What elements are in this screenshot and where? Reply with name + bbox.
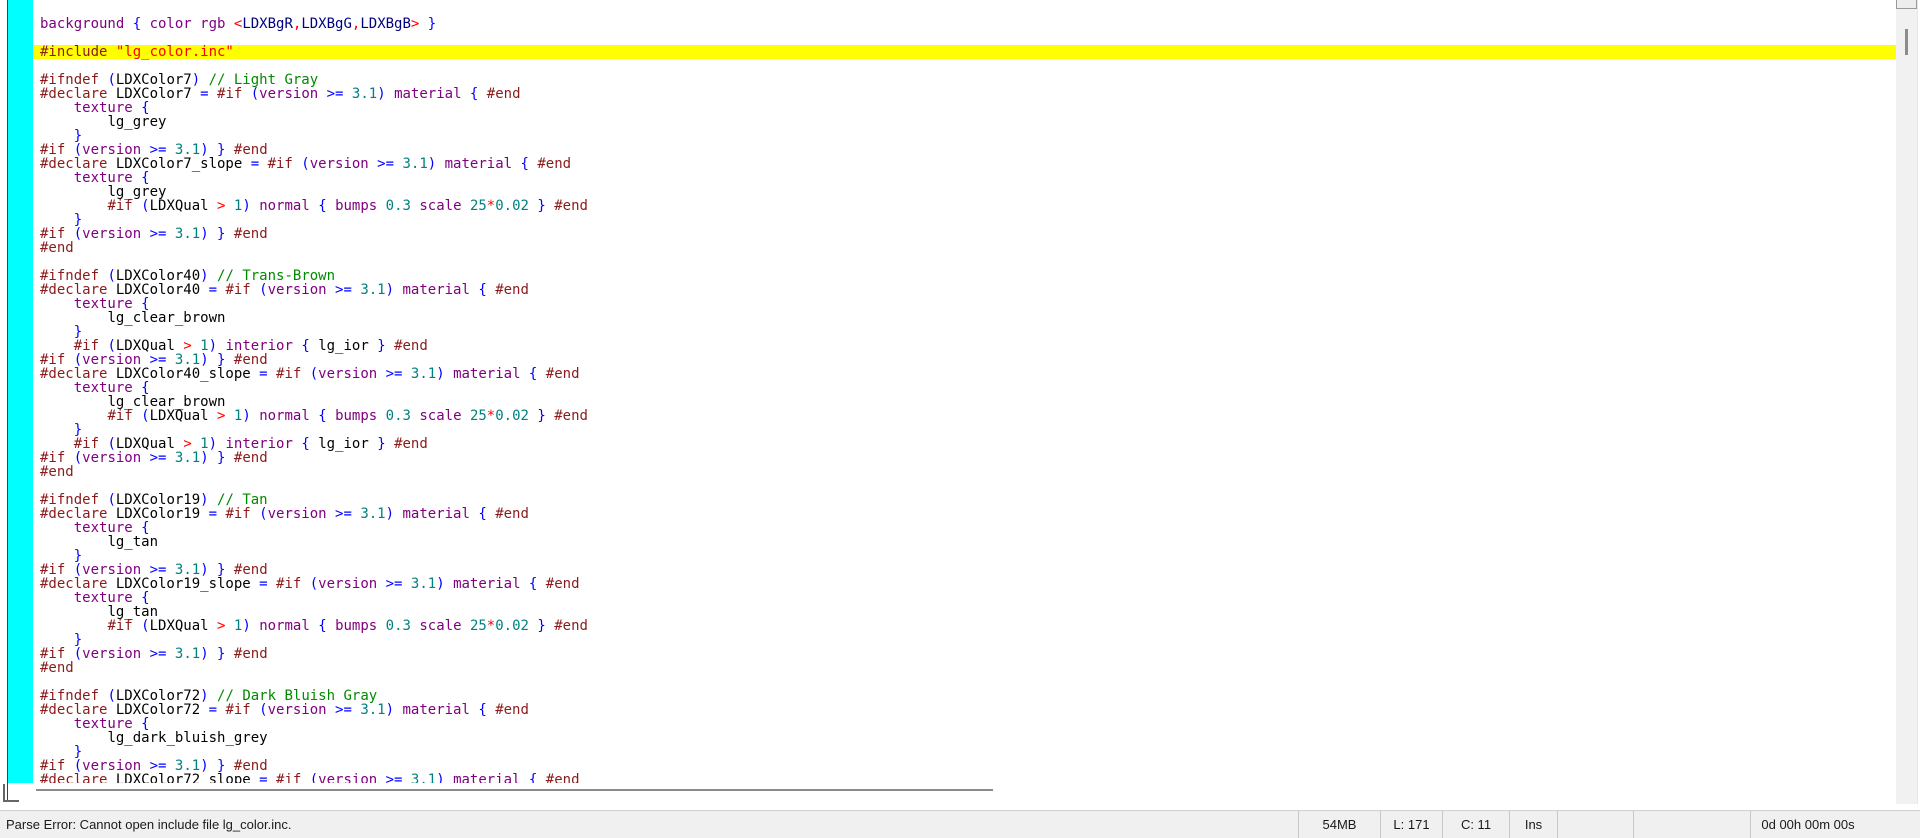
status-extra-2 xyxy=(1633,811,1750,838)
code-line: lg_tan xyxy=(33,535,1896,549)
code-line: #if (version >= 3.1) } #end xyxy=(33,647,1896,661)
code-line: #if (LDXQual > 1) interior { lg_ior } #e… xyxy=(33,437,1896,451)
horizontal-scrollbar-thumb[interactable] xyxy=(36,789,993,791)
code-line: #if (version >= 3.1) } #end xyxy=(33,227,1896,241)
code-area[interactable]: background { color rgb <LDXBgR,LDXBgG,LD… xyxy=(33,0,1896,783)
code-line xyxy=(33,479,1896,493)
code-line: #ifndef (LDXColor7) // Light Gray xyxy=(33,73,1896,87)
code-line: #declare LDXColor7 = #if (version >= 3.1… xyxy=(33,87,1896,101)
code-line: background { color rgb <LDXBgR,LDXBgG,LD… xyxy=(33,17,1896,31)
code-line: lg_tan xyxy=(33,605,1896,619)
status-bar: Parse Error: Cannot open include file lg… xyxy=(0,810,1920,838)
code-line: #if (version >= 3.1) } #end xyxy=(33,353,1896,367)
code-line: } xyxy=(33,745,1896,759)
code-line: #declare LDXColor72 = #if (version >= 3.… xyxy=(33,703,1896,717)
code-line xyxy=(33,675,1896,689)
code-line: #declare LDXColor40_slope = #if (version… xyxy=(33,367,1896,381)
code-line: #if (LDXQual > 1) normal { bumps 0.3 sca… xyxy=(33,199,1896,213)
status-memory: 54MB xyxy=(1298,811,1380,838)
code-line: texture { xyxy=(33,591,1896,605)
code-line: #declare LDXColor19 = #if (version >= 3.… xyxy=(33,507,1896,521)
code-line: #ifndef (LDXColor40) // Trans-Brown xyxy=(33,269,1896,283)
status-message: Parse Error: Cannot open include file lg… xyxy=(0,811,1298,838)
code-line: #if (version >= 3.1) } #end xyxy=(33,563,1896,577)
povray-editor-window: background { color rgb <LDXBgR,LDXBgG,LD… xyxy=(0,0,1920,838)
code-line: #end xyxy=(33,241,1896,255)
code-line: #if (LDXQual > 1) interior { lg_ior } #e… xyxy=(33,339,1896,353)
status-elapsed-time: 0d 00h 00m 00s xyxy=(1750,811,1920,838)
code-line: #end xyxy=(33,661,1896,675)
editor-bottom-left-corner xyxy=(3,784,19,802)
code-line: } xyxy=(33,213,1896,227)
code-line: } xyxy=(33,633,1896,647)
code-line xyxy=(33,31,1896,45)
code-line xyxy=(33,255,1896,269)
code-line: #declare LDXColor40 = #if (version >= 3.… xyxy=(33,283,1896,297)
code-line: lg_dark_bluish_grey xyxy=(33,731,1896,745)
status-line: L: 171 xyxy=(1380,811,1442,838)
code-line: #if (LDXQual > 1) normal { bumps 0.3 sca… xyxy=(33,619,1896,633)
code-line: texture { xyxy=(33,521,1896,535)
code-line: } xyxy=(33,549,1896,563)
code-line: #if (version >= 3.1) } #end xyxy=(33,143,1896,157)
status-insert-mode: Ins xyxy=(1509,811,1557,838)
status-extra-1 xyxy=(1557,811,1633,838)
code-line: lg_grey xyxy=(33,115,1896,129)
code-line: #if (LDXQual > 1) normal { bumps 0.3 sca… xyxy=(33,409,1896,423)
code-line: lg_clear_brown xyxy=(33,311,1896,325)
code-line: texture { xyxy=(33,297,1896,311)
code-line: } xyxy=(33,423,1896,437)
code-line: #declare LDXColor72_slope = #if (version… xyxy=(33,773,1896,783)
code-line: texture { xyxy=(33,381,1896,395)
code-line: #if (version >= 3.1) } #end xyxy=(33,451,1896,465)
code-line: #declare LDXColor19_slope = #if (version… xyxy=(33,577,1896,591)
code-line: #if (version >= 3.1) } #end xyxy=(33,759,1896,773)
horizontal-scrollbar[interactable] xyxy=(20,786,1896,804)
change-margin[interactable] xyxy=(8,0,33,783)
code-line xyxy=(33,59,1896,73)
code-line: lg_grey xyxy=(33,185,1896,199)
code-line: } xyxy=(33,325,1896,339)
vertical-scrollbar-thumb[interactable] xyxy=(1905,29,1908,55)
code-line: #ifndef (LDXColor72) // Dark Bluish Gray xyxy=(33,689,1896,703)
editor-right-border xyxy=(1917,0,1918,804)
code-line: texture { xyxy=(33,171,1896,185)
code-line: #include "lg_color.inc" xyxy=(33,45,1896,59)
editor-pane: background { color rgb <LDXBgR,LDXBgG,LD… xyxy=(0,0,1920,804)
scroll-up-button[interactable] xyxy=(1896,0,1917,9)
code-line: texture { xyxy=(33,717,1896,731)
code-line: #ifndef (LDXColor19) // Tan xyxy=(33,493,1896,507)
code-line: #end xyxy=(33,465,1896,479)
code-line: #declare LDXColor7_slope = #if (version … xyxy=(33,157,1896,171)
code-line: lg_clear_brown xyxy=(33,395,1896,409)
vertical-scrollbar[interactable] xyxy=(1896,0,1917,804)
code-line: texture { xyxy=(33,101,1896,115)
status-column: C: 11 xyxy=(1442,811,1509,838)
code-line: } xyxy=(33,129,1896,143)
